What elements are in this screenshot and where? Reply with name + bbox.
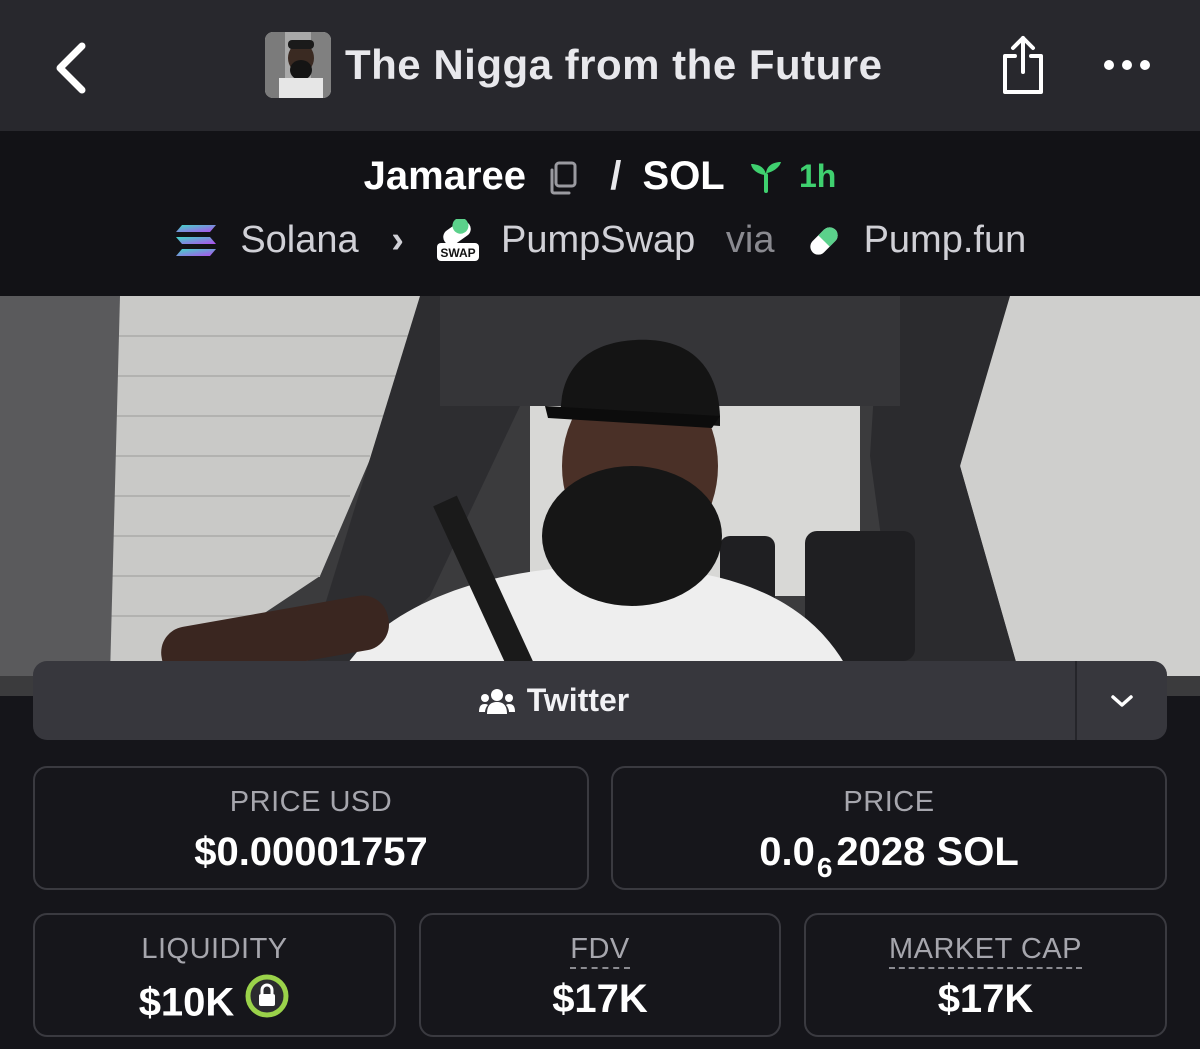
- header-title-group: The Nigga from the Future: [265, 32, 883, 98]
- chain-breadcrumb: Solana › SWAP PumpSwap via Pump.fun: [0, 217, 1200, 263]
- price-native-digits: 2028 SOL: [836, 830, 1019, 874]
- fdv-label[interactable]: FDV: [570, 933, 630, 969]
- pair-age: 1h: [799, 157, 837, 194]
- price-native-prefix: 0.0: [759, 830, 815, 874]
- market-cap-label[interactable]: MARKET CAP: [888, 933, 1082, 969]
- twitter-link-label: Twitter: [526, 682, 630, 718]
- launchpad-link-pumpfun[interactable]: Pump.fun: [864, 219, 1027, 261]
- via-label: via: [725, 219, 775, 262]
- fdv-value: $17K: [552, 977, 648, 1021]
- token-banner-image: [0, 296, 1200, 696]
- breadcrumb-chevron-icon: ›: [391, 219, 404, 262]
- price-native-zero-count: 6: [816, 852, 833, 883]
- lock-icon: [245, 974, 289, 1018]
- copy-address-button[interactable]: [547, 154, 577, 199]
- liquidity-card: LIQUIDITY $10K: [33, 913, 396, 1037]
- chain-link-solana[interactable]: Solana: [240, 219, 358, 261]
- liquidity-value-row: $10K: [35, 974, 394, 1033]
- copy-icon: [550, 161, 577, 195]
- more-links-dropdown[interactable]: [1077, 661, 1167, 740]
- pill-icon: [810, 227, 838, 255]
- price-usd-value: $0.00001757: [194, 830, 428, 874]
- price-native-card: PRICE 0.06 2028 SOL: [611, 766, 1167, 890]
- liquidity-value: $10K: [138, 980, 235, 1025]
- market-cap-value: $17K: [937, 977, 1034, 1021]
- more-options-button[interactable]: [1100, 50, 1154, 80]
- base-token-symbol: Jamaree: [363, 153, 527, 198]
- more-dots-icon: [1104, 60, 1150, 70]
- seedling-icon: [750, 162, 781, 194]
- share-button[interactable]: [998, 32, 1048, 98]
- fdv-card: FDV $17K: [419, 913, 781, 1037]
- liquidity-lock-button[interactable]: [244, 973, 290, 1029]
- pumpswap-icon: SWAP: [437, 217, 480, 261]
- pumpswap-badge-text: SWAP: [441, 246, 476, 260]
- twitter-link-button[interactable]: Twitter: [33, 661, 1075, 740]
- page-title: The Nigga from the Future: [345, 41, 883, 88]
- price-native-label: PRICE: [843, 786, 935, 818]
- price-usd-label: PRICE USD: [229, 786, 393, 818]
- users-icon: [478, 688, 515, 714]
- liquidity-label: LIQUIDITY: [141, 933, 288, 965]
- share-icon: [1003, 36, 1043, 94]
- price-usd-card: PRICE USD $0.00001757: [33, 766, 589, 890]
- top-header: The Nigga from the Future: [0, 0, 1200, 131]
- price-native-value: 0.06 2028 SOL: [613, 830, 1165, 883]
- pair-line: Jamaree / SOL 1h: [0, 152, 1200, 199]
- chevron-left-icon: [56, 42, 86, 94]
- quote-token-symbol: SOL: [642, 153, 725, 198]
- token-avatar: [265, 32, 331, 98]
- market-cap-card: MARKET CAP $17K: [804, 913, 1167, 1037]
- pair-separator: /: [610, 153, 622, 198]
- social-links-bar: Twitter: [33, 661, 1167, 740]
- solana-icon: [175, 224, 216, 256]
- back-button[interactable]: [48, 38, 98, 98]
- chevron-down-icon: [1111, 694, 1133, 707]
- dex-link-pumpswap[interactable]: PumpSwap: [501, 219, 695, 261]
